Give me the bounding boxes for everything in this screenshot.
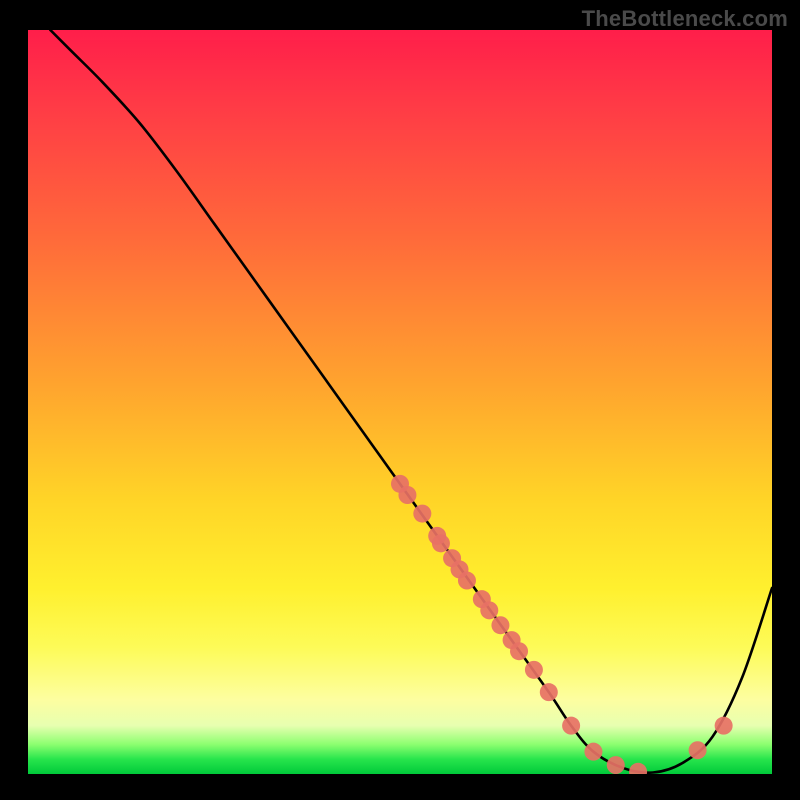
marker-point — [607, 756, 625, 774]
watermark-text: TheBottleneck.com — [582, 6, 788, 32]
marker-point — [480, 601, 498, 619]
marker-point — [525, 661, 543, 679]
highlight-markers — [391, 475, 733, 774]
marker-point — [413, 505, 431, 523]
marker-point — [398, 486, 416, 504]
chart-frame: TheBottleneck.com — [0, 0, 800, 800]
marker-point — [584, 743, 602, 761]
marker-point — [458, 572, 476, 590]
marker-point — [562, 717, 580, 735]
bottleneck-curve — [50, 30, 772, 773]
plot-area — [28, 30, 772, 774]
curve-layer — [28, 30, 772, 774]
marker-point — [689, 741, 707, 759]
marker-point — [491, 616, 509, 634]
marker-point — [432, 534, 450, 552]
marker-point — [540, 683, 558, 701]
marker-point — [510, 642, 528, 660]
marker-point — [715, 717, 733, 735]
marker-point — [629, 763, 647, 774]
